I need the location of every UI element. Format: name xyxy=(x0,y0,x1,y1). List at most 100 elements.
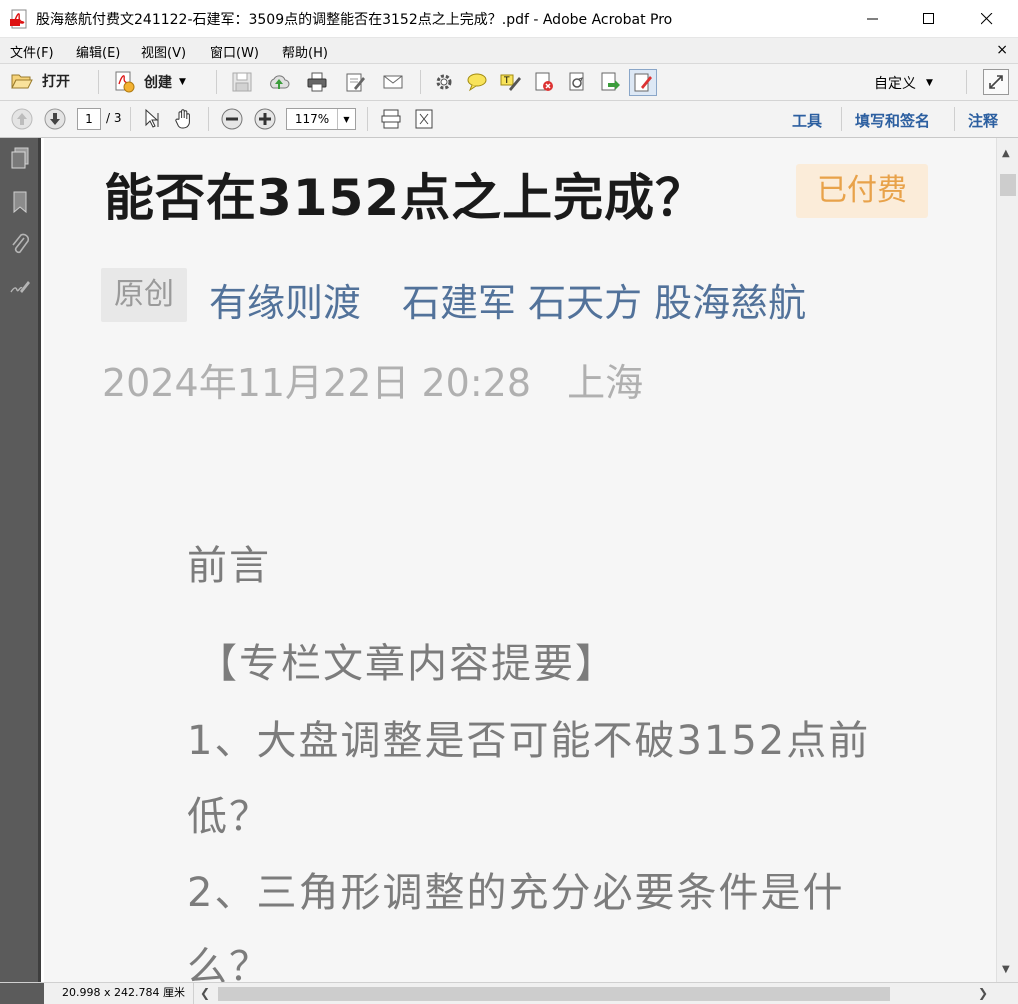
navigation-pane-footer xyxy=(0,983,44,1004)
author-name: 有缘则渡 xyxy=(209,281,362,325)
navigation-pane xyxy=(0,138,41,982)
date-text: 2024年11月22日 20:28 xyxy=(102,361,532,405)
toolbar-separator xyxy=(367,107,368,131)
customize-label: 自定义 xyxy=(874,76,916,92)
account-name: 石建军 石天方 股海慈航 xyxy=(402,281,807,325)
paid-badge: 已付费 xyxy=(796,164,928,218)
page-thumbnails-icon[interactable] xyxy=(9,146,31,170)
status-bar: 20.998 x 242.784 厘米 ❮ ❯ xyxy=(0,982,1018,1004)
toolbar-separator xyxy=(420,70,421,94)
zoom-value: 117% xyxy=(294,112,330,126)
zoom-dropdown-button[interactable]: ▼ xyxy=(337,109,355,129)
publish-date: 2024年11月22日 20:28 上海 xyxy=(102,352,643,407)
create-pdf-icon xyxy=(115,71,135,93)
vertical-scrollbar[interactable]: ▲ ▼ xyxy=(996,138,1018,982)
summary-item-1-line-2: 低？ xyxy=(187,794,271,840)
original-badge: 原创 xyxy=(101,268,187,322)
hand-tool-icon[interactable] xyxy=(173,108,195,130)
svg-text:T: T xyxy=(503,76,510,86)
zoom-in-icon[interactable] xyxy=(254,108,276,130)
document-viewport[interactable]: 能否在3152点之上完成？ 已付费 原创 有缘则渡 石建军 石天方 股海慈航 2… xyxy=(44,138,996,982)
window-title: 股海慈航付费文241122-石建军：3509点的调整能否在3152点之上完成？.… xyxy=(36,12,673,28)
toolbar-separator xyxy=(208,107,209,131)
edit-document-icon[interactable] xyxy=(344,71,366,93)
article-title: 能否在3152点之上完成？ xyxy=(104,169,707,227)
sign-document-icon xyxy=(634,73,652,92)
open-label: 打开 xyxy=(42,74,70,90)
maximize-button[interactable] xyxy=(900,0,958,38)
scroll-up-arrow-icon[interactable]: ▲ xyxy=(1002,148,1010,159)
pdf-page: 能否在3152点之上完成？ 已付费 原创 有缘则渡 石建军 石天方 股海慈航 2… xyxy=(47,138,996,982)
menu-edit[interactable]: 编辑(E) xyxy=(76,42,120,61)
acrobat-pdf-icon xyxy=(10,9,27,29)
minimize-icon xyxy=(867,18,878,20)
menu-bar: 文件(F) 编辑(E) 视图(V) 窗口(W) 帮助(H) × xyxy=(0,38,1018,64)
create-button[interactable]: 创建 ▼ xyxy=(112,70,186,94)
toolbar-separator xyxy=(841,107,842,131)
next-page-icon[interactable] xyxy=(44,108,66,130)
comment-icon[interactable] xyxy=(466,71,488,93)
create-label: 创建 xyxy=(144,75,172,91)
zoom-out-icon[interactable] xyxy=(221,108,243,130)
delete-page-icon[interactable] xyxy=(533,71,555,93)
print-icon[interactable] xyxy=(306,71,328,93)
chevron-down-icon: ▼ xyxy=(179,77,186,87)
toolbar-separator xyxy=(130,107,131,131)
tools-pane-link[interactable]: 工具 xyxy=(792,110,822,131)
title-bar: 股海慈航付费文241122-石建军：3509点的调整能否在3152点之上完成？.… xyxy=(0,0,1018,38)
menu-view[interactable]: 视图(V) xyxy=(141,42,186,61)
scroll-right-arrow-icon[interactable]: ❯ xyxy=(978,986,988,1000)
extract-page-icon[interactable] xyxy=(599,71,621,93)
location-text: 上海 xyxy=(567,361,644,405)
menu-window[interactable]: 窗口(W) xyxy=(210,42,259,61)
full-screen-icon[interactable] xyxy=(413,108,435,130)
attachments-icon[interactable] xyxy=(9,232,31,256)
page-count: / 3 xyxy=(106,111,122,125)
rotate-page-icon[interactable] xyxy=(566,71,588,93)
summary-item-2-line-2: 么？ xyxy=(187,944,271,982)
fill-sign-pane-link[interactable]: 填写和签名 xyxy=(855,110,930,131)
summary-heading: 【专栏文章内容提要】 xyxy=(197,641,617,687)
gear-icon[interactable] xyxy=(433,71,455,93)
maximize-icon xyxy=(923,13,934,24)
scroll-left-arrow-icon[interactable]: ❮ xyxy=(200,986,210,1000)
comment-pane-link[interactable]: 注释 xyxy=(968,110,998,131)
select-cursor-icon[interactable] xyxy=(141,108,163,130)
previous-page-icon[interactable] xyxy=(11,108,33,130)
close-document-button[interactable]: × xyxy=(996,42,1008,58)
vertical-scroll-thumb[interactable] xyxy=(1000,174,1016,196)
folder-open-icon xyxy=(11,74,33,89)
toolbar-separator xyxy=(954,107,955,131)
chevron-down-icon: ▼ xyxy=(343,114,350,124)
close-window-button[interactable] xyxy=(958,0,1016,38)
zoom-select[interactable]: 117% ▼ xyxy=(286,108,356,130)
signatures-icon[interactable] xyxy=(9,276,31,300)
toolbar-separator xyxy=(98,70,99,94)
expand-button[interactable] xyxy=(983,69,1009,95)
summary-item-1-line-1: 1、大盘调整是否可能不破3152点前 xyxy=(187,718,871,764)
page-number-input[interactable]: 1 xyxy=(77,108,101,130)
save-icon[interactable] xyxy=(231,71,253,93)
summary-item-2-line-1: 2、三角形调整的充分必要条件是什 xyxy=(187,870,845,916)
upload-cloud-icon[interactable] xyxy=(268,71,290,93)
open-button[interactable]: 打开 xyxy=(10,70,70,92)
navigation-toolbar: 1 / 3 117% ▼ 工具 填写和签名 注释 xyxy=(0,101,1018,138)
minimize-button[interactable] xyxy=(844,0,902,38)
highlight-text-icon[interactable]: T xyxy=(499,71,521,93)
menu-file[interactable]: 文件(F) xyxy=(10,42,54,61)
menu-help[interactable]: 帮助(H) xyxy=(282,42,328,61)
preface-heading: 前言 xyxy=(187,543,271,589)
chevron-down-icon: ▼ xyxy=(926,78,933,88)
close-icon xyxy=(981,13,993,25)
fill-sign-toolbar-button[interactable] xyxy=(629,69,657,96)
scroll-down-arrow-icon[interactable]: ▼ xyxy=(1002,964,1010,975)
toolbar-separator xyxy=(966,70,967,94)
main-toolbar: 打开 创建 ▼ T 自定义 ▼ xyxy=(0,64,1018,101)
fit-page-width-icon[interactable] xyxy=(380,108,402,130)
bookmarks-icon[interactable] xyxy=(9,190,31,214)
customize-button[interactable]: 自定义 ▼ xyxy=(874,73,933,93)
email-icon[interactable] xyxy=(382,71,404,93)
horizontal-scroll-thumb[interactable] xyxy=(218,987,890,1001)
page-size-indicator: 20.998 x 242.784 厘米 xyxy=(44,983,194,1004)
toolbar-separator xyxy=(216,70,217,94)
